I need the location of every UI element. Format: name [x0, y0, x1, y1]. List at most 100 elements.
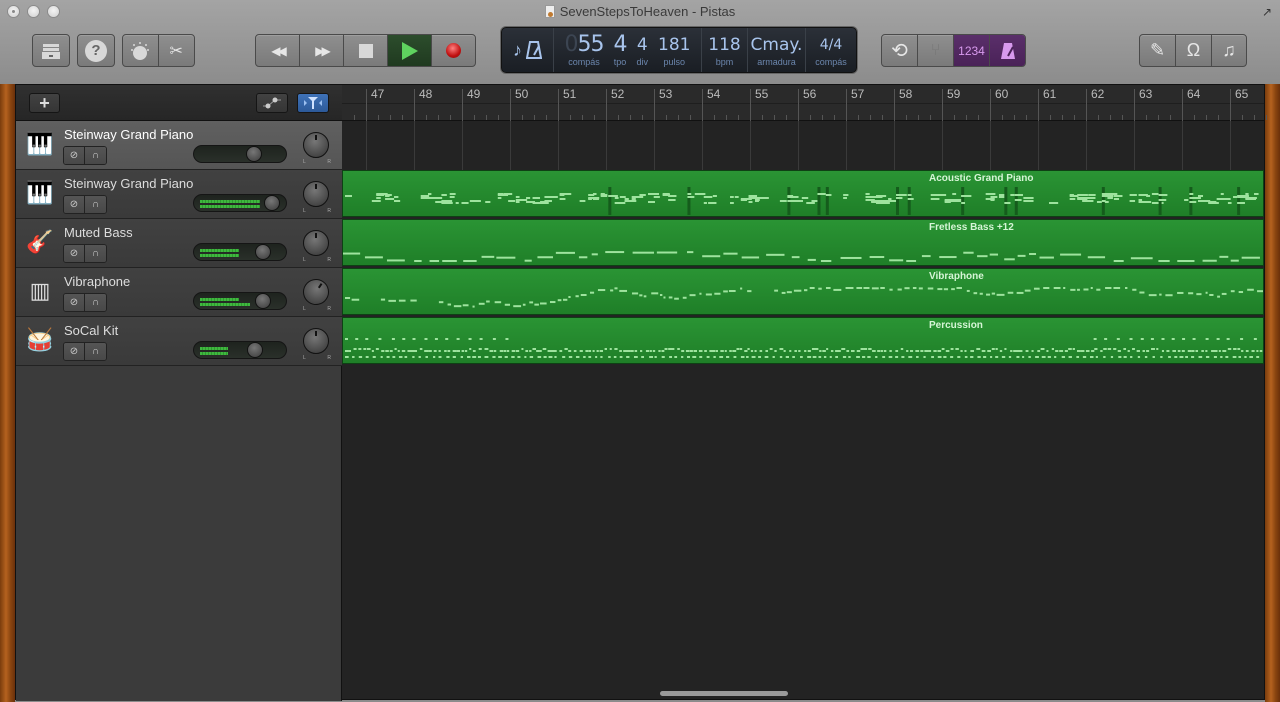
- grid-line: [1134, 121, 1135, 170]
- ruler-tick: [954, 115, 955, 120]
- horizontal-scrollbar[interactable]: [660, 691, 788, 696]
- smart-controls-button[interactable]: [123, 35, 159, 66]
- mute-button[interactable]: ⊘: [64, 343, 85, 360]
- volume-slider-knob[interactable]: [246, 146, 262, 162]
- solo-headphones-button[interactable]: ∩: [85, 196, 106, 213]
- cycle-button[interactable]: ⟲: [882, 35, 918, 66]
- fast-forward-button[interactable]: ▶▶: [300, 35, 344, 66]
- pan-knob[interactable]: [303, 328, 329, 354]
- play-button[interactable]: [388, 35, 432, 66]
- mute-button[interactable]: ⊘: [64, 294, 85, 311]
- metronome-icon: [1000, 42, 1015, 59]
- midi-region[interactable]: Percussion: [342, 317, 1264, 364]
- record-button[interactable]: [432, 35, 475, 66]
- lcd-time-signature-label: compás: [815, 57, 847, 67]
- mute-button[interactable]: ⊘: [64, 245, 85, 262]
- midi-note: [438, 356, 442, 358]
- midi-note: [469, 200, 481, 202]
- lcd-display[interactable]: ♪ 055 compás 4 tpo 4 div 181 pulso 118 bpm Cm…: [501, 27, 857, 73]
- volume-slider[interactable]: [193, 243, 287, 261]
- midi-region[interactable]: Fretless Bass +12: [342, 219, 1264, 266]
- loop-browser-button[interactable]: Ω: [1176, 35, 1212, 66]
- timeline-ruler[interactable]: 47 48 49 50 51 52 53 54 55 56 57 58 59 60 61 62 63 64 65: [342, 85, 1267, 121]
- midi-note: [631, 292, 639, 295]
- midi-note: [366, 348, 371, 350]
- fullscreen-icon[interactable]: ↗: [1262, 5, 1272, 19]
- tuner-button[interactable]: ⑂: [918, 35, 954, 66]
- track-name[interactable]: Muted Bass: [64, 225, 133, 240]
- arrange-area[interactable]: Acoustic Grand Piano Fretless Bass +12 Vib…: [342, 121, 1264, 701]
- volume-slider[interactable]: [193, 341, 287, 359]
- midi-note: [957, 356, 961, 358]
- track-header[interactable]: 🎹 Steinway Grand Piano ⊘ ∩ L R: [16, 121, 342, 170]
- midi-note: [1240, 338, 1244, 340]
- midi-note: [1177, 291, 1184, 294]
- pan-knob[interactable]: [303, 132, 329, 158]
- count-in-button[interactable]: 1234: [954, 35, 990, 66]
- midi-note: [1137, 356, 1141, 358]
- midi-note: [579, 200, 586, 202]
- lcd-mode-icons[interactable]: ♪: [502, 28, 554, 72]
- track-name[interactable]: Steinway Grand Piano: [64, 127, 193, 142]
- track-header[interactable]: 🎸 Muted Bass ⊘ ∩ L R: [16, 219, 342, 268]
- track-name[interactable]: Vibraphone: [64, 274, 130, 289]
- catch-playhead-button[interactable]: [297, 93, 329, 113]
- midi-note: [506, 350, 510, 352]
- volume-slider-knob[interactable]: [255, 244, 271, 260]
- midi-region[interactable]: Acoustic Grand Piano: [342, 170, 1264, 217]
- lcd-position[interactable]: 055 compás 4 tpo 4 div 181 pulso: [554, 28, 702, 72]
- add-track-button[interactable]: +: [29, 93, 60, 113]
- midi-note: [503, 193, 511, 195]
- ruler-tick: [618, 115, 619, 120]
- solo-headphones-button[interactable]: ∩: [85, 147, 106, 164]
- ruler-tick: [774, 115, 775, 120]
- pan-knob[interactable]: [297, 273, 335, 311]
- volume-slider-knob[interactable]: [255, 293, 271, 309]
- note-icon: ♪: [513, 39, 522, 60]
- midi-note: [843, 194, 849, 196]
- mute-button[interactable]: ⊘: [64, 147, 85, 164]
- midi-note: [880, 350, 883, 352]
- midi-note: [895, 356, 899, 358]
- midi-note: [829, 356, 832, 358]
- volume-slider[interactable]: [193, 145, 287, 163]
- pan-knob[interactable]: [303, 181, 329, 207]
- track-header[interactable]: 🥁 SoCal Kit ⊘ ∩ L R: [16, 317, 342, 366]
- midi-note: [872, 350, 876, 352]
- volume-slider-knob[interactable]: [264, 195, 280, 211]
- solo-headphones-button[interactable]: ∩: [85, 343, 106, 360]
- help-button[interactable]: ?: [77, 34, 115, 67]
- track-name[interactable]: SoCal Kit: [64, 323, 118, 338]
- midi-note: [729, 350, 732, 352]
- volume-slider-knob[interactable]: [247, 342, 263, 358]
- notepad-button[interactable]: ✎: [1140, 35, 1176, 66]
- midi-note: [643, 295, 647, 298]
- metronome-button[interactable]: [990, 35, 1025, 66]
- stop-button[interactable]: [344, 35, 388, 66]
- media-browser-button[interactable]: ♫: [1212, 35, 1246, 66]
- track-name[interactable]: Steinway Grand Piano: [64, 176, 193, 191]
- lcd-bar-ghost: 0: [564, 32, 579, 57]
- lcd-time-signature[interactable]: 4/4 compás: [806, 28, 856, 72]
- solo-headphones-button[interactable]: ∩: [85, 294, 106, 311]
- midi-region[interactable]: Vibraphone: [342, 268, 1264, 315]
- editors-button[interactable]: ✂: [159, 35, 195, 66]
- midi-note: [585, 350, 589, 352]
- ruler-tick: [1206, 115, 1207, 120]
- midi-note: [445, 338, 449, 340]
- volume-slider[interactable]: [193, 292, 287, 310]
- lcd-key[interactable]: Cmay. armadura: [748, 28, 806, 72]
- mute-button[interactable]: ⊘: [64, 196, 85, 213]
- midi-note: [425, 356, 428, 358]
- midi-note: [1010, 350, 1013, 352]
- solo-headphones-button[interactable]: ∩: [85, 245, 106, 262]
- wood-panel-left: [0, 84, 15, 702]
- track-header[interactable]: ▥ Vibraphone ⊘ ∩ L R: [16, 268, 342, 317]
- automation-button[interactable]: [256, 93, 288, 113]
- volume-slider[interactable]: [193, 194, 287, 212]
- lcd-tempo[interactable]: 118 bpm: [702, 28, 748, 72]
- library-button[interactable]: [32, 34, 70, 67]
- rewind-button[interactable]: ◀◀: [256, 35, 300, 66]
- track-header[interactable]: 🎹 Steinway Grand Piano ⊘ ∩ L R: [16, 170, 342, 219]
- pan-knob[interactable]: [303, 230, 329, 256]
